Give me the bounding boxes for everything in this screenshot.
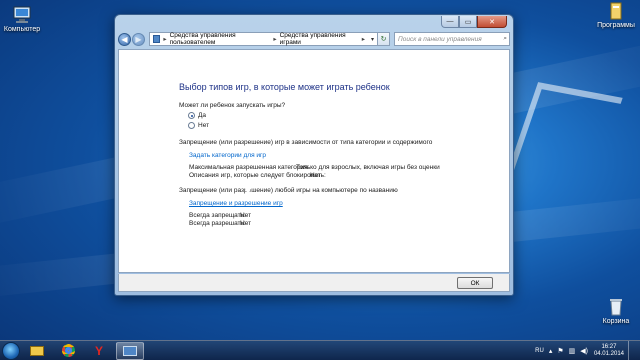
breadcrumb-separator: ▸	[273, 36, 277, 43]
address-dropdown-icon[interactable]: ▾	[368, 36, 377, 43]
minimize-button[interactable]: —	[441, 16, 459, 28]
breadcrumb-user-controls[interactable]: Средства управления пользователем	[170, 32, 271, 46]
start-button[interactable]	[2, 341, 20, 360]
always-allow-label: Всегда разрешать:	[189, 220, 246, 227]
window-footer: ОК	[118, 274, 510, 292]
system-tray: RU ▴ ⚑ ▥ ◀) 16:27 04.01.2014	[535, 340, 640, 360]
search-input[interactable]: Поиск в панели управления ⌕	[394, 32, 510, 46]
section-heading-by-name: Запрещение (или разрешение) любой игры н…	[179, 187, 398, 194]
recycle-bin-icon	[606, 298, 626, 316]
desktop-icon-label: Корзина	[602, 318, 630, 325]
taskbar-item-chrome[interactable]	[54, 342, 82, 360]
control-panel-icon	[153, 35, 161, 43]
search-placeholder: Поиск в панели управления	[398, 35, 482, 43]
set-category-link[interactable]: Задать категории для игр	[189, 152, 266, 159]
desktop-icon-label: Программы	[597, 22, 635, 29]
taskbar: Y RU ▴ ⚑ ▥ ◀) 16:27 04.01.2014	[0, 340, 640, 360]
network-icon[interactable]: ▥	[569, 347, 576, 355]
game-desc-value: Нет	[310, 172, 322, 179]
volume-icon[interactable]: ◀)	[580, 347, 588, 355]
desktop-icon-computer[interactable]: Компьютер	[0, 6, 44, 33]
close-button[interactable]: ✕	[477, 16, 507, 28]
allow-block-games-link[interactable]: Запрещение и разрешение игр	[189, 200, 283, 207]
always-block-value: Нет	[240, 212, 252, 219]
desktop-icon-programs[interactable]: Программы	[594, 2, 638, 29]
chrome-icon	[61, 344, 75, 357]
folder-icon	[606, 2, 626, 20]
clock[interactable]: 16:27 04.01.2014	[594, 344, 624, 358]
content-pane: Выбор типов игр, в которые может играть …	[118, 49, 510, 273]
maximize-button[interactable]: ▭	[459, 16, 477, 28]
control-panel-icon	[123, 345, 137, 356]
breadcrumb-game-controls[interactable]: Средства управления играми	[280, 32, 359, 46]
show-desktop-button[interactable]	[628, 340, 636, 360]
parental-controls-window: — ▭ ✕ ◀ ▶ ▸ Средства управления пользова…	[114, 14, 514, 296]
clock-date: 04.01.2014	[593, 350, 624, 357]
desktop-icon-recycle-bin[interactable]: Корзина	[594, 298, 638, 325]
window-caption-buttons: — ▭ ✕	[441, 16, 507, 28]
refresh-icon[interactable]: ↻	[378, 32, 390, 46]
back-button[interactable]: ◀	[118, 32, 131, 46]
navigation-toolbar: ◀ ▶ ▸ Средства управления пользователем …	[118, 31, 510, 47]
clock-time: 16:27	[601, 343, 617, 350]
taskbar-item-control-panel[interactable]	[116, 341, 144, 360]
game-desc-label: Описания игр, которые следует блокироват…	[189, 172, 326, 179]
question-label: Может ли ребенок запускать игры?	[179, 102, 286, 109]
forward-button[interactable]: ▶	[132, 32, 145, 46]
search-icon[interactable]: ⌕	[503, 35, 509, 43]
yandex-browser-icon: Y	[94, 343, 103, 358]
always-allow-value: Нет	[240, 220, 252, 227]
max-rating-value: Только для взрослых, включая игры без оц…	[296, 164, 440, 171]
mouse-cursor-icon	[244, 186, 252, 195]
address-bar[interactable]: ▸ Средства управления пользователем ▸ Ср…	[149, 32, 378, 46]
taskbar-item-explorer[interactable]	[23, 342, 51, 360]
explorer-folder-icon	[30, 345, 44, 356]
wallpaper-logo	[507, 82, 623, 188]
taskbar-item-yandex[interactable]: Y	[85, 342, 113, 360]
ok-button[interactable]: ОК	[457, 277, 493, 289]
tray-expand-icon[interactable]: ▴	[549, 347, 553, 355]
radio-no[interactable]	[188, 122, 195, 129]
breadcrumb-separator: ▸	[163, 36, 167, 43]
computer-icon	[12, 6, 32, 24]
radio-yes-label[interactable]: Да	[198, 112, 206, 119]
page-title: Выбор типов игр, в которые может играть …	[179, 82, 390, 92]
desktop-icon-label: Компьютер	[3, 26, 41, 33]
radio-no-label[interactable]: Нет	[198, 122, 209, 129]
language-indicator[interactable]: RU	[535, 348, 544, 354]
flag-icon[interactable]: ⚑	[557, 347, 563, 355]
max-rating-label: Максимальная разрешенная категория:	[189, 164, 310, 171]
always-block-label: Всегда запрещать:	[189, 212, 246, 219]
radio-yes[interactable]	[188, 112, 195, 119]
section-heading-category: Запрещение (или разрешение) игр в зависи…	[179, 139, 433, 146]
breadcrumb-separator: ▸	[361, 36, 365, 43]
